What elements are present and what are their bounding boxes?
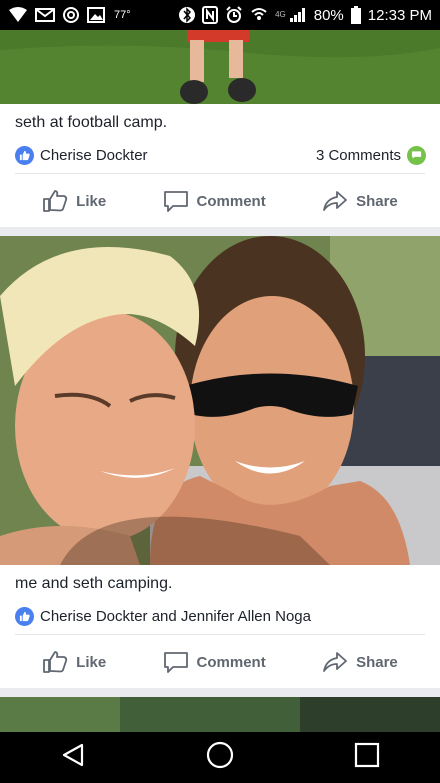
thumbs-up-icon: [42, 189, 68, 213]
wifi-calling-icon: [8, 7, 28, 23]
bluetooth-icon: [179, 6, 196, 24]
reactor-names[interactable]: Cherise Dockter and Jennifer Allen Noga: [40, 608, 311, 625]
battery-percent: 80%: [313, 6, 344, 24]
post-caption: seth at football camp.: [15, 114, 168, 131]
comment-icon: [163, 650, 189, 674]
battery-icon: [350, 6, 361, 24]
post-photo-partial[interactable]: [0, 697, 440, 732]
post-photo-camping[interactable]: [0, 236, 440, 565]
back-triangle-icon: [60, 742, 86, 773]
divider: [15, 173, 425, 174]
signal-icon: [289, 7, 307, 23]
comment-button[interactable]: Comment: [163, 650, 266, 674]
thumbs-up-icon: [42, 650, 68, 674]
comment-label: Comment: [196, 192, 266, 210]
like-reaction-icon: [15, 606, 34, 626]
like-label: Like: [76, 192, 107, 210]
divider: [15, 634, 425, 635]
post-caption: me and seth camping.: [15, 575, 173, 592]
status-bar: 77° 4G 80% 12:33 PM: [0, 0, 440, 30]
like-button[interactable]: Like: [42, 650, 106, 674]
gallery-icon: [87, 7, 105, 23]
clock-time: 12:33 PM: [367, 6, 432, 24]
post-actions: Like Comment Share: [0, 184, 440, 218]
post-actions: Like Comment Share: [0, 645, 440, 679]
comment-button[interactable]: Comment: [163, 189, 266, 213]
share-button[interactable]: Share: [322, 189, 398, 213]
hotspot-icon: [250, 6, 268, 24]
share-label: Share: [356, 192, 398, 210]
like-label: Like: [76, 653, 107, 671]
share-arrow-icon: [322, 189, 348, 213]
share-button[interactable]: Share: [322, 650, 398, 674]
comments-count[interactable]: 3 Comments: [316, 147, 401, 164]
at-sign-icon: [62, 6, 80, 24]
home-circle-icon: [206, 741, 234, 774]
comment-bubble-icon: [407, 145, 426, 165]
reactions-row[interactable]: Cherise Dockter and Jennifer Allen Noga: [15, 605, 426, 627]
recent-apps-button[interactable]: [337, 732, 397, 783]
network-type-label: 4G: [275, 10, 286, 19]
post-card: seth at football camp. Cherise Dockter 3…: [0, 104, 440, 227]
comment-label: Comment: [196, 653, 266, 671]
reactions-row[interactable]: Cherise Dockter 3 Comments: [15, 144, 426, 166]
post-card: me and seth camping. Cherise Dockter and…: [0, 565, 440, 688]
alarm-icon: [225, 6, 243, 24]
nfc-icon: [202, 6, 219, 24]
share-label: Share: [356, 653, 398, 671]
recent-apps-square-icon: [354, 742, 380, 773]
mail-icon: [35, 7, 55, 23]
share-arrow-icon: [322, 650, 348, 674]
temperature-text: 77°: [114, 9, 131, 21]
like-button[interactable]: Like: [42, 189, 106, 213]
back-button[interactable]: [43, 732, 103, 783]
home-button[interactable]: [190, 732, 250, 783]
android-nav-bar: [0, 732, 440, 783]
reactor-names[interactable]: Cherise Dockter: [40, 147, 148, 164]
like-reaction-icon: [15, 145, 34, 165]
post-photo-football-camp[interactable]: [0, 30, 440, 104]
comment-icon: [163, 189, 189, 213]
